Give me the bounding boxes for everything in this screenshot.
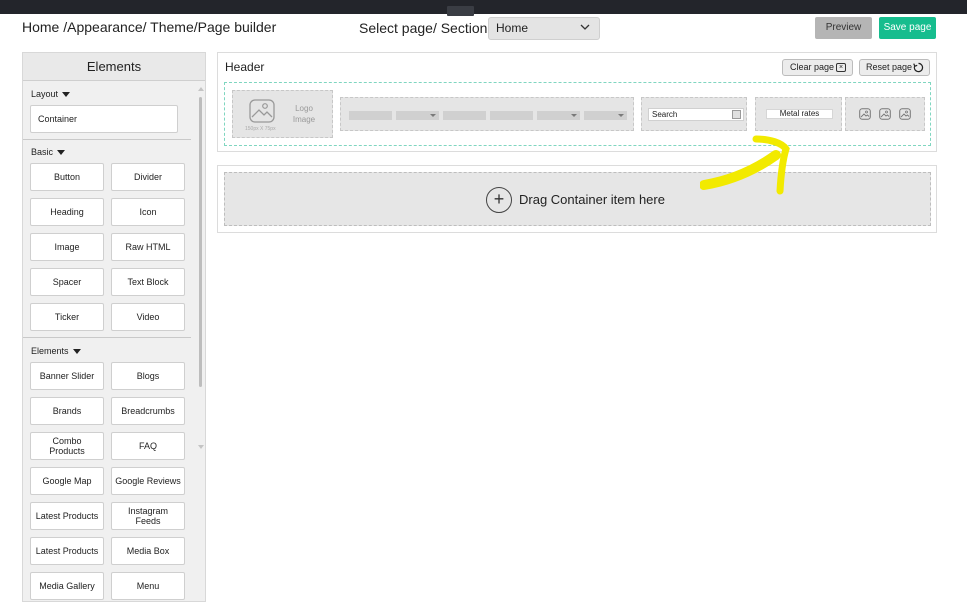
- header-row-dropzone[interactable]: Logo Image 150px X 75px Search Metal rat…: [224, 82, 931, 146]
- container-section: + Drag Container item here: [217, 165, 937, 233]
- element-video[interactable]: Video: [111, 303, 185, 331]
- image-icon: [899, 108, 911, 120]
- element-button[interactable]: Button: [30, 163, 104, 191]
- element-breadcrumbs[interactable]: Breadcrumbs: [111, 397, 185, 425]
- elements-sidebar: Elements Layout Container Basic Button D…: [22, 52, 206, 602]
- element-divider[interactable]: Divider: [111, 163, 185, 191]
- caret-down-icon: [57, 150, 66, 156]
- element-text-block[interactable]: Text Block: [111, 268, 185, 296]
- element-blogs[interactable]: Blogs: [111, 362, 185, 390]
- chevron-down-icon: [571, 114, 577, 117]
- metal-rates-label: Metal rates: [766, 109, 833, 119]
- chevron-down-icon: [430, 114, 436, 117]
- element-image[interactable]: Image: [30, 233, 104, 261]
- search-input[interactable]: Search: [648, 108, 744, 121]
- caret-down-icon: [72, 349, 81, 355]
- image-icon: [879, 108, 891, 120]
- page-select[interactable]: Home: [488, 17, 600, 40]
- window-top-bar: [0, 0, 967, 16]
- highlight-arrow-icon: [700, 135, 790, 195]
- element-banner-slider[interactable]: Banner Slider: [30, 362, 104, 390]
- section-divider: [23, 139, 191, 140]
- element-spacer[interactable]: Spacer: [30, 268, 104, 296]
- menu-item-placeholder: [349, 111, 392, 120]
- breadcrumb: Home /Appearance/ Theme/Page builder: [22, 19, 277, 35]
- sidebar-scrollbar[interactable]: [197, 87, 205, 449]
- basic-section-toggle[interactable]: Basic: [31, 147, 66, 157]
- menu-block[interactable]: [340, 97, 634, 131]
- element-instagram-feeds[interactable]: Instagram Feeds: [111, 502, 185, 530]
- sidebar-title: Elements: [23, 53, 205, 81]
- search-icon: [732, 110, 741, 119]
- container-dropzone[interactable]: + Drag Container item here: [224, 172, 931, 226]
- element-ticker[interactable]: Ticker: [30, 303, 104, 331]
- container-element[interactable]: Container: [30, 105, 178, 133]
- scroll-thumb[interactable]: [199, 97, 202, 387]
- drop-hint: Drag Container item here: [519, 192, 665, 207]
- header-icons-block[interactable]: [845, 97, 925, 131]
- close-icon: ×: [836, 63, 846, 72]
- elements-section-toggle[interactable]: Elements: [31, 346, 81, 356]
- plus-icon[interactable]: +: [486, 187, 512, 213]
- element-latest-products-2[interactable]: Latest Products: [30, 537, 104, 565]
- scroll-up-arrow-icon[interactable]: [198, 87, 204, 91]
- element-heading[interactable]: Heading: [30, 198, 104, 226]
- element-icon[interactable]: Icon: [111, 198, 185, 226]
- element-google-reviews[interactable]: Google Reviews: [111, 467, 185, 495]
- image-icon: [249, 99, 275, 123]
- reset-page-button[interactable]: Reset page: [859, 59, 930, 76]
- element-faq[interactable]: FAQ: [111, 432, 185, 460]
- logo-image-text: Logo Image: [292, 104, 316, 124]
- menu-item-placeholder: [490, 111, 533, 120]
- section-title: Header: [225, 60, 265, 74]
- page-select-value: Home: [496, 21, 529, 35]
- element-latest-products[interactable]: Latest Products: [30, 502, 104, 530]
- select-page-label: Select page/ Section:: [359, 20, 492, 36]
- save-page-button[interactable]: Save page: [879, 17, 936, 39]
- preview-button[interactable]: Preview: [815, 17, 872, 39]
- chevron-down-icon: [618, 114, 624, 117]
- chevron-down-icon: [580, 24, 590, 30]
- element-raw-html[interactable]: Raw HTML: [111, 233, 185, 261]
- logo-image-block[interactable]: Logo Image 150px X 75px: [232, 90, 333, 138]
- logo-dimensions: 150px X 75px: [245, 126, 276, 132]
- reset-icon: [913, 62, 924, 73]
- scroll-down-arrow-icon[interactable]: [198, 445, 204, 449]
- caret-down-icon: [62, 92, 71, 98]
- image-icon: [859, 108, 871, 120]
- layout-section-toggle[interactable]: Layout: [31, 89, 71, 99]
- section-divider: [23, 337, 191, 338]
- header-section: Header Clear page × Reset page Logo Imag…: [217, 52, 937, 152]
- element-brands[interactable]: Brands: [30, 397, 104, 425]
- element-combo-products[interactable]: Combo Products: [30, 432, 104, 460]
- element-menu[interactable]: Menu: [111, 572, 185, 600]
- menu-item-placeholder: [443, 111, 486, 120]
- element-media-box[interactable]: Media Box: [111, 537, 185, 565]
- element-google-map[interactable]: Google Map: [30, 467, 104, 495]
- clear-page-button[interactable]: Clear page ×: [782, 59, 853, 76]
- element-media-gallery[interactable]: Media Gallery: [30, 572, 104, 600]
